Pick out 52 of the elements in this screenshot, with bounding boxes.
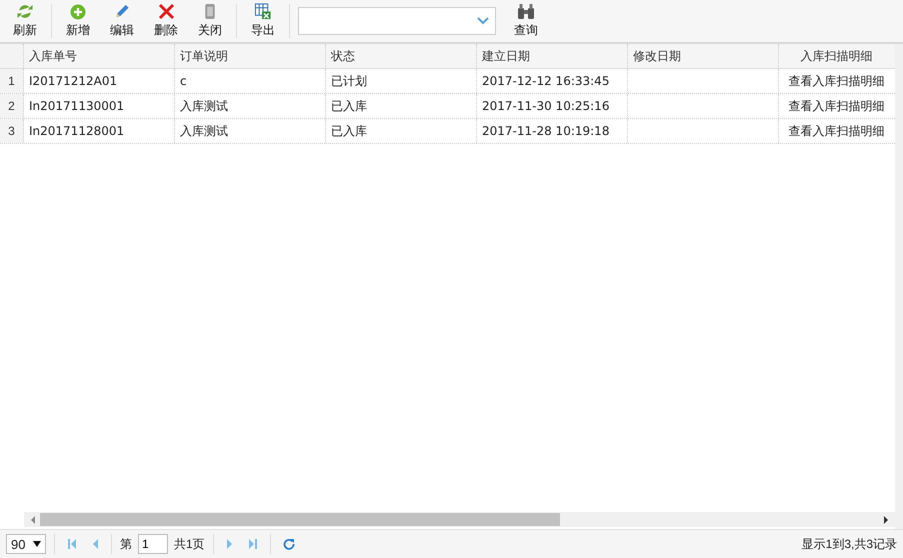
detail-link[interactable]: 查看入库扫描明细 <box>779 94 894 118</box>
page-label: 第 <box>120 536 132 552</box>
previous-page-icon[interactable] <box>91 538 99 550</box>
toolbar-button[interactable]: 编辑 <box>100 1 144 41</box>
table-cell: 2017-11-30 10:25:16 <box>477 94 628 118</box>
page-size-select[interactable]: 90 <box>6 534 46 554</box>
column-header[interactable]: 状态 <box>326 44 477 68</box>
close-icon <box>158 3 174 20</box>
table-cell: 已计划 <box>326 69 477 93</box>
spreadsheet-icon <box>254 3 272 20</box>
table-cell: 已入库 <box>326 119 477 143</box>
toolbar-button[interactable]: 导出 <box>241 1 285 41</box>
page-total: 共1页 <box>174 536 205 552</box>
row-number: 1 <box>0 69 24 93</box>
column-header[interactable]: 修改日期 <box>628 44 779 68</box>
toolbar-button[interactable]: 查询 <box>504 1 548 41</box>
row-number: 2 <box>0 94 24 118</box>
table-cell: In20171130001 <box>24 94 175 118</box>
column-header[interactable]: 入库扫描明细 <box>779 44 894 68</box>
table-cell: 2017-11-28 10:19:18 <box>477 119 628 143</box>
horizontal-scrollbar[interactable] <box>24 512 895 527</box>
first-page-icon[interactable] <box>67 538 77 550</box>
record-summary: 显示1到3,共3记录 <box>802 536 897 552</box>
table-cell: In20171128001 <box>24 119 175 143</box>
table-cell: 2017-12-12 16:33:45 <box>477 69 628 93</box>
toolbar-button[interactable]: 关闭 <box>188 1 232 41</box>
chevron-down-icon <box>477 17 489 25</box>
plus-circle-icon <box>70 4 86 20</box>
toolbar-button[interactable]: 删除 <box>144 1 188 41</box>
detail-link[interactable]: 查看入库扫描明细 <box>779 69 894 93</box>
page-input[interactable]: 1 <box>138 534 168 554</box>
scroll-left-icon[interactable] <box>30 516 36 524</box>
scroll-right-icon[interactable] <box>883 516 889 524</box>
column-header[interactable]: 订单说明 <box>175 44 326 68</box>
next-page-icon[interactable] <box>226 538 234 550</box>
table-cell: c <box>175 69 326 93</box>
refresh-icon[interactable] <box>282 538 295 550</box>
column-header[interactable]: 入库单号 <box>24 44 175 68</box>
detail-link[interactable]: 查看入库扫描明细 <box>779 119 894 143</box>
toolbar-button[interactable]: 新增 <box>56 1 100 41</box>
last-page-icon[interactable] <box>248 538 258 550</box>
table-cell: 入库测试 <box>175 94 326 118</box>
column-header[interactable]: 建立日期 <box>477 44 628 68</box>
binoculars-icon <box>517 3 535 20</box>
canister-icon <box>204 3 216 20</box>
row-number: 3 <box>0 119 24 143</box>
combo-box[interactable] <box>298 7 496 35</box>
table-cell: 已入库 <box>326 94 477 118</box>
table-cell: 入库测试 <box>175 119 326 143</box>
toolbar-button[interactable]: 刷新 <box>3 1 47 41</box>
refresh-icon <box>16 3 34 20</box>
table-cell: I20171212A01 <box>24 69 175 93</box>
